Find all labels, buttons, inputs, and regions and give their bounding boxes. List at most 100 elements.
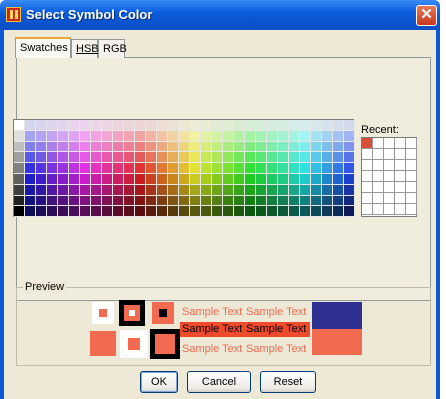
- color-swatch[interactable]: [245, 130, 256, 142]
- recent-swatch[interactable]: [373, 160, 384, 171]
- color-swatch[interactable]: [91, 141, 102, 153]
- recent-swatch[interactable]: [362, 138, 373, 149]
- color-swatch[interactable]: [245, 163, 256, 174]
- tab-rgb[interactable]: RGB: [98, 39, 127, 58]
- color-swatch[interactable]: [146, 141, 157, 153]
- recent-swatch[interactable]: [362, 204, 373, 215]
- color-swatch[interactable]: [80, 152, 91, 164]
- color-swatch[interactable]: [113, 141, 124, 153]
- recent-swatch[interactable]: [406, 171, 417, 182]
- color-swatch[interactable]: [223, 141, 234, 153]
- color-swatch[interactable]: [157, 184, 168, 196]
- color-swatch[interactable]: [278, 130, 289, 142]
- color-swatch[interactable]: [14, 195, 25, 207]
- recent-swatch[interactable]: [395, 171, 406, 182]
- color-swatch[interactable]: [300, 173, 311, 185]
- color-swatch[interactable]: [234, 195, 245, 207]
- color-swatch[interactable]: [234, 120, 245, 131]
- color-swatch[interactable]: [102, 173, 113, 185]
- color-swatch[interactable]: [36, 141, 47, 153]
- color-swatch[interactable]: [311, 130, 322, 142]
- color-swatch[interactable]: [69, 163, 80, 174]
- recent-swatch[interactable]: [395, 193, 406, 204]
- color-swatch[interactable]: [245, 184, 256, 196]
- color-swatch[interactable]: [80, 173, 91, 185]
- color-swatch[interactable]: [256, 163, 267, 174]
- color-swatch[interactable]: [333, 184, 344, 196]
- color-swatch[interactable]: [157, 206, 168, 218]
- color-swatch[interactable]: [124, 195, 135, 207]
- recent-swatch[interactable]: [395, 138, 406, 149]
- color-swatch[interactable]: [278, 120, 289, 131]
- color-swatch[interactable]: [245, 206, 256, 218]
- color-swatch[interactable]: [300, 152, 311, 164]
- recent-swatch[interactable]: [384, 182, 395, 193]
- color-swatch[interactable]: [267, 152, 278, 164]
- color-swatch[interactable]: [289, 173, 300, 185]
- color-swatch[interactable]: [135, 141, 146, 153]
- color-swatch[interactable]: [256, 184, 267, 196]
- color-swatch[interactable]: [25, 173, 36, 185]
- color-swatch[interactable]: [234, 184, 245, 196]
- color-swatch[interactable]: [300, 195, 311, 207]
- color-swatch[interactable]: [234, 163, 245, 174]
- color-swatch[interactable]: [69, 184, 80, 196]
- color-swatch[interactable]: [256, 206, 267, 218]
- color-swatch[interactable]: [256, 120, 267, 131]
- color-swatch[interactable]: [113, 120, 124, 131]
- color-swatch[interactable]: [102, 130, 113, 142]
- color-swatch[interactable]: [135, 130, 146, 142]
- tab-hsb[interactable]: HSB: [71, 39, 99, 58]
- color-swatch[interactable]: [223, 163, 234, 174]
- color-swatch[interactable]: [267, 163, 278, 174]
- color-swatch[interactable]: [234, 130, 245, 142]
- color-swatch[interactable]: [223, 206, 234, 218]
- color-swatch[interactable]: [102, 163, 113, 174]
- recent-swatch[interactable]: [395, 204, 406, 215]
- color-swatch[interactable]: [179, 206, 190, 218]
- color-swatch[interactable]: [256, 152, 267, 164]
- color-swatch[interactable]: [256, 141, 267, 153]
- color-swatch[interactable]: [69, 206, 80, 218]
- color-swatch[interactable]: [91, 152, 102, 164]
- color-swatch[interactable]: [25, 184, 36, 196]
- color-swatch[interactable]: [36, 184, 47, 196]
- color-swatch[interactable]: [58, 141, 69, 153]
- color-swatch[interactable]: [47, 120, 58, 131]
- color-swatch[interactable]: [14, 152, 25, 164]
- recent-swatch[interactable]: [406, 193, 417, 204]
- color-swatch[interactable]: [223, 120, 234, 131]
- color-swatch[interactable]: [80, 184, 91, 196]
- color-swatch[interactable]: [146, 120, 157, 131]
- recent-swatch[interactable]: [384, 149, 395, 160]
- color-swatch[interactable]: [69, 152, 80, 164]
- color-swatch[interactable]: [234, 152, 245, 164]
- color-swatch[interactable]: [289, 163, 300, 174]
- recent-swatch[interactable]: [395, 149, 406, 160]
- color-swatch[interactable]: [289, 152, 300, 164]
- color-swatch[interactable]: [58, 130, 69, 142]
- color-swatch[interactable]: [311, 163, 322, 174]
- color-swatch[interactable]: [234, 141, 245, 153]
- color-swatch[interactable]: [267, 120, 278, 131]
- color-swatch[interactable]: [80, 195, 91, 207]
- color-swatch[interactable]: [223, 130, 234, 142]
- color-swatch[interactable]: [102, 184, 113, 196]
- color-swatch[interactable]: [344, 184, 355, 196]
- color-swatch[interactable]: [201, 195, 212, 207]
- color-swatch[interactable]: [267, 173, 278, 185]
- color-swatch[interactable]: [146, 195, 157, 207]
- color-swatch[interactable]: [179, 195, 190, 207]
- color-swatch[interactable]: [113, 152, 124, 164]
- color-swatch[interactable]: [190, 163, 201, 174]
- color-swatch[interactable]: [289, 120, 300, 131]
- color-swatch[interactable]: [113, 184, 124, 196]
- color-swatch[interactable]: [14, 184, 25, 196]
- color-swatch[interactable]: [91, 120, 102, 131]
- color-swatch[interactable]: [14, 206, 25, 218]
- color-swatch[interactable]: [179, 152, 190, 164]
- color-swatch[interactable]: [344, 120, 355, 131]
- color-swatch[interactable]: [267, 206, 278, 218]
- color-swatch[interactable]: [190, 206, 201, 218]
- color-swatch[interactable]: [47, 152, 58, 164]
